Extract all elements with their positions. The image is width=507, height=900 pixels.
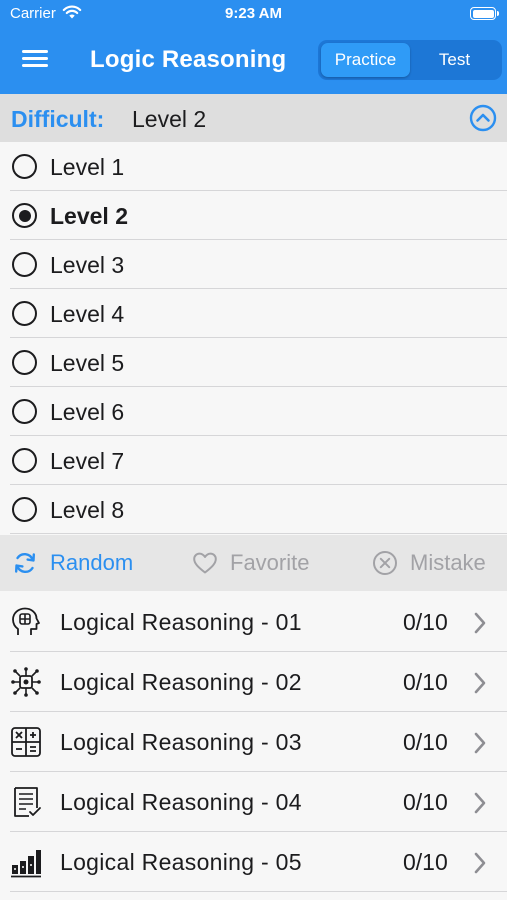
filter-favorite-label: Favorite [230, 550, 310, 575]
quiz-row[interactable]: Logical Reasoning - 02 0/10 [0, 652, 507, 712]
quiz-score: 0/10 [403, 669, 448, 695]
status-bar: Carrier 9:23 AM [0, 0, 507, 28]
radio-unchecked-icon [12, 448, 37, 473]
difficulty-label: Difficult: [11, 106, 105, 132]
status-time: 9:23 AM [225, 5, 282, 22]
chevron-up-circle-icon[interactable] [469, 104, 497, 132]
quiz-score: 0/10 [403, 609, 448, 635]
level-option[interactable]: Level 1 [0, 142, 507, 191]
chevron-right-icon [474, 792, 486, 814]
heart-icon [193, 552, 217, 574]
chevron-right-icon [474, 852, 486, 874]
level-label: Level 6 [50, 399, 125, 425]
level-label: Level 3 [50, 252, 125, 278]
level-label: Level 1 [50, 154, 125, 180]
filter-random[interactable]: Random [12, 535, 133, 591]
chevron-right-icon [474, 672, 486, 694]
chevron-right-icon [474, 732, 486, 754]
quiz-list: Logical Reasoning - 01 0/10 Logical Reas… [0, 592, 507, 892]
radio-unchecked-icon [12, 399, 37, 424]
calculator-icon [11, 727, 41, 757]
level-list: Level 1 Level 2 Level 3 Level 4 Level 5 … [0, 142, 507, 534]
radio-unchecked-icon [12, 252, 37, 277]
menu-icon[interactable] [22, 50, 48, 70]
level-option[interactable]: Level 7 [0, 436, 507, 485]
refresh-icon [15, 553, 35, 573]
difficulty-selector[interactable]: Difficult: Level 2 [0, 94, 507, 142]
level-label: Level 2 [50, 203, 128, 229]
level-option[interactable]: Level 5 [0, 338, 507, 387]
quiz-title: Logical Reasoning - 04 [60, 789, 302, 815]
quiz-title: Logical Reasoning - 03 [60, 729, 302, 755]
level-option[interactable]: Level 4 [0, 289, 507, 338]
radio-unchecked-icon [12, 154, 37, 179]
level-option[interactable]: Level 6 [0, 387, 507, 436]
checklist-icon [14, 787, 41, 817]
mode-segmented-control: Practice Test [318, 40, 502, 80]
difficulty-value: Level 2 [132, 106, 207, 132]
filter-bar: Random Favorite Mistake [0, 535, 507, 591]
quiz-row[interactable]: Logical Reasoning - 05 0/10 [0, 832, 507, 892]
radio-checked-icon [12, 203, 37, 228]
nav-bar: Logic Reasoning Practice Test [0, 28, 507, 94]
quiz-score: 0/10 [403, 789, 448, 815]
level-label: Level 4 [50, 301, 125, 327]
level-option[interactable]: Level 3 [0, 240, 507, 289]
segment-practice[interactable]: Practice [321, 43, 410, 77]
quiz-row[interactable]: Logical Reasoning - 03 0/10 [0, 712, 507, 772]
quiz-title: Logical Reasoning - 01 [60, 609, 302, 635]
quiz-title: Logical Reasoning - 05 [60, 849, 302, 875]
quiz-row[interactable]: Logical Reasoning - 01 0/10 [0, 592, 507, 652]
bar-chart-icon [11, 850, 41, 878]
filter-favorite[interactable]: Favorite [192, 535, 309, 591]
level-option[interactable]: Level 8 [0, 485, 507, 534]
radio-unchecked-icon [12, 350, 37, 375]
x-circle-icon [373, 551, 397, 575]
radio-unchecked-icon [12, 301, 37, 326]
level-label: Level 7 [50, 448, 125, 474]
battery-icon [470, 7, 499, 20]
filter-random-label: Random [50, 550, 134, 575]
level-option[interactable]: Level 2 [0, 191, 507, 240]
level-label: Level 8 [50, 497, 125, 523]
network-chip-icon [11, 667, 41, 697]
segment-test[interactable]: Test [410, 43, 499, 77]
filter-mistake[interactable]: Mistake [372, 535, 486, 591]
page-title: Logic Reasoning [90, 46, 287, 73]
quiz-score: 0/10 [403, 729, 448, 755]
brain-head-icon [12, 607, 40, 635]
level-label: Level 5 [50, 350, 125, 376]
chevron-right-icon [474, 612, 486, 634]
quiz-row[interactable]: Logical Reasoning - 04 0/10 [0, 772, 507, 832]
quiz-title: Logical Reasoning - 02 [60, 669, 302, 695]
quiz-score: 0/10 [403, 849, 448, 875]
filter-mistake-label: Mistake [410, 550, 486, 575]
radio-unchecked-icon [12, 497, 37, 522]
